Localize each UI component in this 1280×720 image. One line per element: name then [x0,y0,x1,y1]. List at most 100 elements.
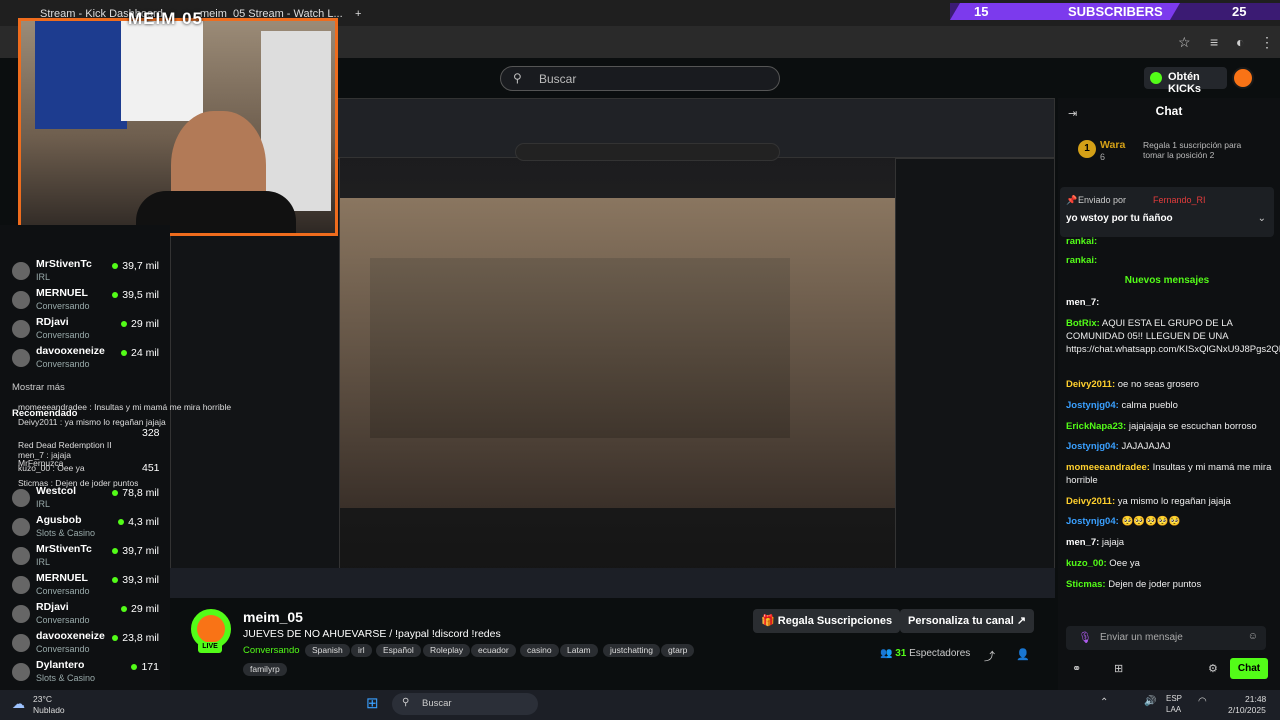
search-placeholder: Buscar [539,72,577,86]
sidebar-channel[interactable]: Westcol IRL 78,8 mil [8,485,163,513]
taskbar-search[interactable]: ⚲ Buscar [392,693,538,715]
search-input[interactable]: ⚲ Buscar [500,66,780,91]
gift-icon[interactable]: ⊞ [1114,662,1123,675]
chat-message: kuzo_00: Oee ya [1066,557,1276,570]
chat-username[interactable]: Jostynjg04: [1066,441,1119,452]
tag-chip[interactable]: irl [351,644,372,657]
share-icon[interactable]: ⤴ [984,648,995,664]
overlay-chat-line: kuzo_00 : Oee ya [18,463,85,473]
media-control-icon[interactable]: ≡ [1210,34,1218,50]
channel-category: Slots & Casino [36,673,96,683]
tag-chip[interactable]: Roleplay [423,644,471,657]
user-avatar[interactable] [1232,67,1254,89]
volume-icon[interactable]: 🔊 [1144,696,1156,707]
gift-subs-button[interactable]: 🎁 Regala Suscripciones [753,609,901,633]
chat-username[interactable]: rankai: [1066,236,1097,247]
customize-channel-button[interactable]: Personaliza tu canal ↗ [900,609,1035,633]
tag-chip[interactable]: Latam [560,644,598,657]
chat-settings-icon[interactable]: ⚙ [1208,662,1218,675]
search-icon: ⚲ [402,697,410,708]
chevron-down-icon[interactable]: ⌄ [1258,213,1266,224]
viewer-count: 78,8 mil [112,487,159,499]
tag-chip[interactable]: familyrp [243,663,287,676]
chat-mode-icon[interactable]: ⚭ [1072,662,1081,675]
sidebar-channel[interactable]: MrStivenTc IRL 39,7 mil [8,258,163,286]
chat-text: oe no seas grosero [1117,379,1200,390]
profile-icon[interactable]: ◐ [1236,34,1244,50]
wifi-icon[interactable]: ◠ [1198,696,1207,707]
sidebar-channel[interactable]: RDjavi Conversando 29 mil [8,601,163,629]
chat-username[interactable]: ErickNapa23: [1066,421,1126,432]
tag-chip[interactable]: Spanish [305,644,350,657]
weather-icon[interactable]: ☁ [12,696,25,712]
follow-user-icon[interactable]: 👤 [1016,648,1030,661]
tag-chip[interactable]: justchatting [603,644,660,657]
pinned-user[interactable]: Fernando_RI [1153,195,1206,205]
chat-username[interactable]: kuzo_00: [1066,558,1107,569]
tag-chip[interactable]: ecuador [471,644,516,657]
chat-message: Jostynjg04: 🥺🥺🥺🥺🥺 [1066,515,1276,528]
chat-username[interactable]: momeeeandradee: [1066,462,1150,473]
leader-name[interactable]: Wara [1100,139,1125,151]
customize-channel-label: Personaliza tu canal [908,615,1014,627]
sub-goal-target: 25 [1232,4,1247,19]
channel-category: Conversando [36,586,90,596]
sidebar-channel[interactable]: davooxeneize Conversando 23,8 mil [8,630,163,658]
chat-username[interactable]: BotRix: [1066,318,1100,329]
chat-username[interactable]: Jostynjg04: [1066,516,1119,527]
windows-start-icon[interactable]: ⊞ [366,694,379,712]
sidebar-channel[interactable]: MERNUEL Conversando 39,3 mil [8,572,163,600]
webcam-overlay [18,18,338,236]
chat-username[interactable]: Deivy2011: [1066,379,1115,390]
clock-time[interactable]: 21:48 [1245,694,1266,704]
chat-username[interactable]: men_7: [1066,537,1099,548]
channel-avatar [12,663,30,681]
stream-category[interactable]: Conversando [243,645,300,656]
channel-name: davooxeneize [36,630,105,642]
bookmark-star-icon[interactable]: ☆ [1178,34,1191,51]
keyboard-layout[interactable]: LAA [1166,705,1181,714]
chat-username[interactable]: men_7: [1066,297,1099,308]
sidebar-channel[interactable]: RDjavi Conversando 29 mil [8,316,163,344]
tag-chip[interactable]: casino [520,644,559,657]
viewer-count: 24 mil [121,347,159,359]
chat-message: Deivy2011: oe no seas grosero [1066,378,1276,391]
jersey-blue [35,21,127,129]
clock-date[interactable]: 2/10/2025 [1228,705,1266,715]
sub-goal-label: SUBSCRIBERS [1068,4,1163,19]
sidebar-channel[interactable]: Dylantero Slots & Casino 171 [8,659,163,687]
chat-username[interactable]: Jostynjg04: [1066,400,1119,411]
search-icon: ⚲ [513,71,522,85]
chat-message: men_7: [1066,296,1276,309]
new-tab-button[interactable]: + [345,4,371,26]
get-kicks-button[interactable]: Obtén KICKs [1144,67,1227,95]
leader-cta[interactable]: Regala 1 suscripción para tomar la posic… [1143,140,1253,160]
chat-message: Sticmas: Dejen de joder puntos [1066,578,1276,591]
tag-chip[interactable]: gtarp [661,644,695,657]
chat-message: men_7: jajaja [1066,536,1276,549]
browser-menu-icon[interactable]: ⋮ [1260,34,1274,51]
sidebar-channel[interactable]: MERNUEL Conversando 39,5 mil [8,287,163,315]
chat-input[interactable]: 🎙 Enviar un mensaje ☺ [1066,626,1266,650]
tag-chip[interactable]: Español [376,644,421,657]
chat-text: calma pueblo [1121,400,1178,411]
language-code[interactable]: ESP [1166,694,1182,703]
leader-count: 6 [1100,152,1106,162]
channel-name[interactable]: meim_05 [243,609,303,625]
chat-username[interactable]: Deivy2011: [1066,496,1115,507]
chat-username[interactable]: rankai: [1066,255,1097,266]
chat-title: Chat [1155,104,1183,118]
emoji-icon[interactable]: ☺ [1248,631,1258,642]
gift-subs-label: Regala Suscripciones [777,615,893,627]
channel-avatar [12,320,30,338]
sidebar-channel[interactable]: MrStivenTc IRL 39,7 mil [8,543,163,571]
chat-send-button[interactable]: Chat [1230,658,1268,679]
show-more-link[interactable]: Mostrar más [12,382,65,393]
sidebar-channel[interactable]: davooxeneize Conversando 24 mil [8,345,163,373]
chat-username[interactable]: Sticmas: [1066,579,1106,590]
sidebar-channel[interactable]: Agusbob Slots & Casino 4,3 mil [8,514,163,542]
microphone-icon[interactable]: 🎙 [1078,631,1092,644]
jersey-white [121,21,203,121]
tray-chevron-icon[interactable]: ⌃ [1100,697,1108,708]
channel-avatar [12,291,30,309]
